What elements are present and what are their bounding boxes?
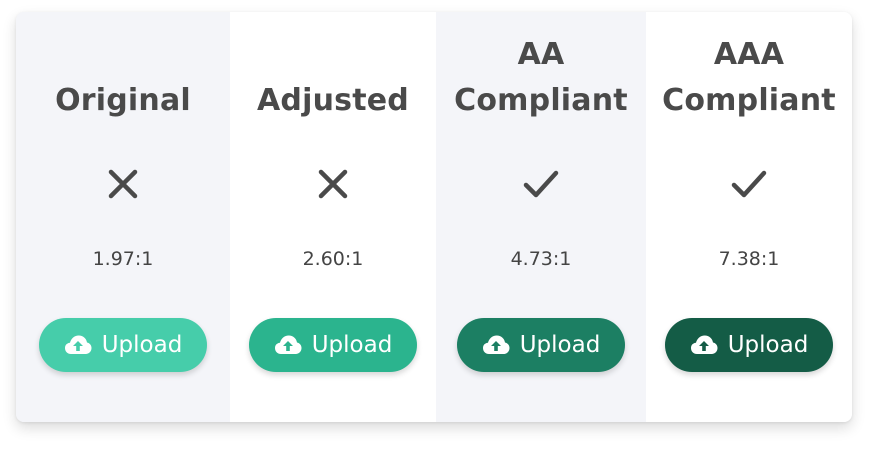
contrast-ratio: 1.97:1 [92,248,154,270]
contrast-comparison-card: Original 1.97:1 Upload Adjusted 2.60:1 U… [16,12,852,422]
column-title-line2: Compliant [662,83,836,118]
upload-button[interactable]: Upload [457,318,625,372]
contrast-ratio: 4.73:1 [510,248,572,270]
cloud-upload-icon [64,334,92,356]
column-title-line2: Adjusted [257,83,409,118]
column-title: Original [16,34,230,124]
cloud-upload-icon [274,334,302,356]
contrast-ratio: 7.38:1 [718,248,780,270]
column-title: Adjusted [230,34,436,124]
upload-button-label: Upload [727,332,809,358]
column-title-line1: AA [517,37,565,72]
cloud-upload-icon [482,334,510,356]
x-icon [230,164,436,204]
column-aa-compliant: AA Compliant 4.73:1 Upload [436,12,646,422]
column-title: AA Compliant [436,34,646,124]
column-original: Original 1.97:1 Upload [16,12,230,422]
cloud-upload-icon [690,334,718,356]
upload-button[interactable]: Upload [39,318,207,372]
column-adjusted: Adjusted 2.60:1 Upload [230,12,436,422]
upload-button-label: Upload [519,332,601,358]
x-icon [16,164,230,204]
column-title: AAA Compliant [646,34,852,124]
column-title-line1: AAA [713,37,785,72]
check-icon [436,164,646,204]
column-aaa-compliant: AAA Compliant 7.38:1 Upload [646,12,852,422]
check-icon [646,164,852,204]
upload-button[interactable]: Upload [249,318,417,372]
column-title-line2: Compliant [454,83,628,118]
upload-button-label: Upload [101,332,183,358]
upload-button[interactable]: Upload [665,318,833,372]
upload-button-label: Upload [311,332,393,358]
column-title-line2: Original [55,83,191,118]
contrast-ratio: 2.60:1 [302,248,364,270]
